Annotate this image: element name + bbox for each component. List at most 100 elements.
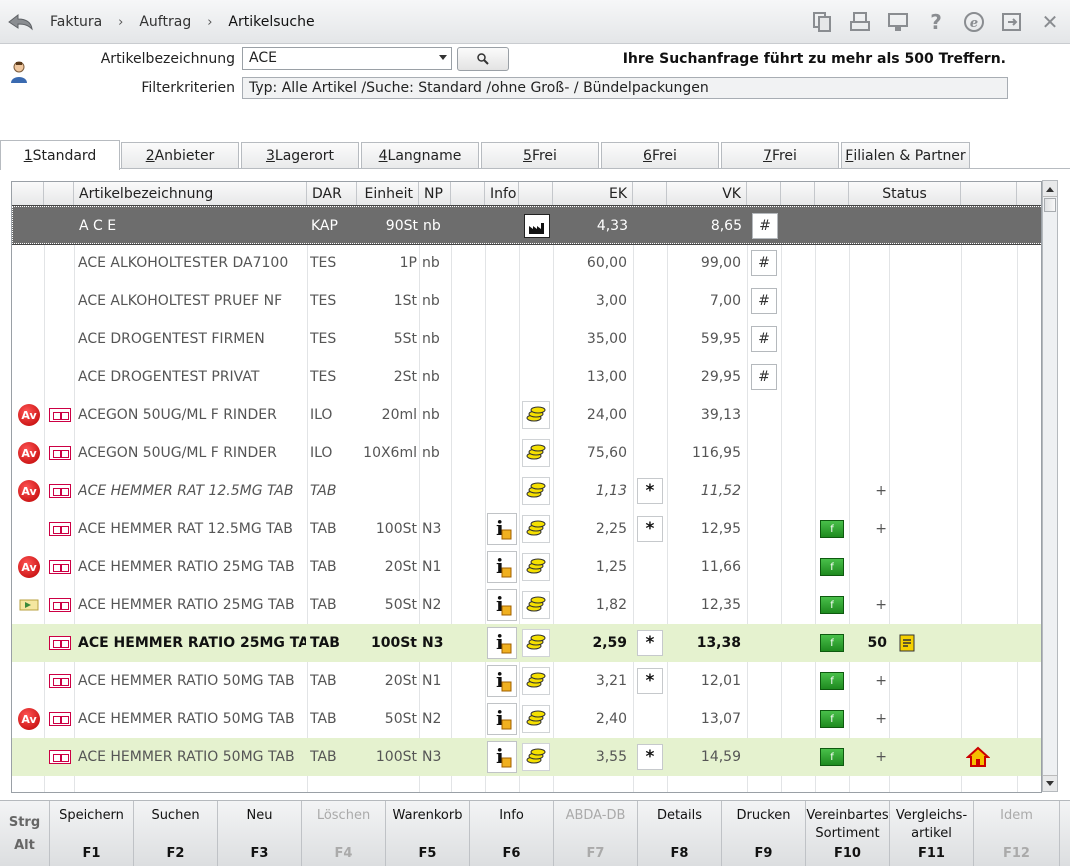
fkey-f4[interactable]: Löschen F4 bbox=[302, 801, 386, 866]
coins-icon[interactable] bbox=[522, 553, 550, 581]
house-icon[interactable] bbox=[966, 746, 990, 768]
col-einheit[interactable]: Einheit bbox=[357, 182, 419, 206]
table-row[interactable]: ACE HEMMER RATIO 25MG TAB TAB 100St N3 i 2,59… bbox=[12, 624, 1041, 662]
f-badge-icon[interactable]: f bbox=[820, 748, 844, 766]
info-icon[interactable]: i bbox=[487, 627, 517, 659]
f-badge-icon[interactable]: f bbox=[820, 558, 844, 576]
tab-lagerort[interactable]: 3 Lagerort bbox=[241, 142, 359, 168]
star-button[interactable]: * bbox=[637, 744, 663, 770]
col-ek[interactable]: EK bbox=[553, 182, 633, 206]
coins-icon[interactable] bbox=[522, 705, 550, 733]
col-np[interactable]: NP bbox=[419, 182, 451, 206]
info-icon[interactable]: i bbox=[487, 513, 517, 545]
table-row[interactable]: ACE HEMMER RATIO 50MG TAB TAB 20St N1 i 3,21 *… bbox=[12, 662, 1041, 700]
coins-icon[interactable] bbox=[522, 743, 550, 771]
star-button[interactable]: * bbox=[637, 478, 663, 504]
filter-field[interactable]: Typ: Alle Artikel /Suche: Standard /ohne… bbox=[242, 77, 1008, 99]
f-badge-icon[interactable]: f bbox=[820, 520, 844, 538]
fkey-f3[interactable]: Neu F3 bbox=[218, 801, 302, 866]
coins-icon[interactable] bbox=[522, 667, 550, 695]
scroll-down-icon[interactable] bbox=[1043, 775, 1057, 791]
table-row[interactable]: Av ACEGON 50UG/ML F RINDER ILO 20ml nb 24,00 3… bbox=[12, 396, 1041, 434]
table-row[interactable]: ACE HEMMER RAT 12.5MG TAB TAB 100St N3 i 2,25… bbox=[12, 510, 1041, 548]
fkey-f5[interactable]: Warenkorb F5 bbox=[386, 801, 470, 866]
coins-icon[interactable] bbox=[522, 591, 550, 619]
help-icon[interactable]: ? bbox=[924, 10, 948, 34]
f-badge-icon[interactable]: f bbox=[820, 634, 844, 652]
close-icon[interactable]: ✕ bbox=[1038, 10, 1062, 34]
fkey-f6[interactable]: Info F6 bbox=[470, 801, 554, 866]
row-einheit: 50St bbox=[384, 711, 417, 727]
star-button[interactable]: * bbox=[637, 630, 663, 656]
coins-icon[interactable] bbox=[522, 629, 550, 657]
fkey-f8[interactable]: Details F8 bbox=[638, 801, 722, 866]
info-icon[interactable]: i bbox=[487, 589, 517, 621]
breadcrumb-faktura[interactable]: Faktura bbox=[50, 14, 102, 30]
vertical-scrollbar[interactable] bbox=[1042, 180, 1058, 792]
star-button[interactable]: * bbox=[637, 516, 663, 542]
table-row[interactable]: Av ACE HEMMER RATIO 25MG TAB TAB 20St N1 i 1,2… bbox=[12, 548, 1041, 586]
fkey-f9[interactable]: Drucken F9 bbox=[722, 801, 806, 866]
fkey-f12[interactable]: Idem F12 bbox=[974, 801, 1060, 866]
table-row[interactable]: A C E KAP 90St nb 4,33 8,65 # bbox=[12, 205, 1041, 245]
fkey-f7[interactable]: ABDA-DB F7 bbox=[554, 801, 638, 866]
search-combobox[interactable]: ACE bbox=[242, 47, 452, 70]
back-arrow-icon[interactable] bbox=[6, 10, 34, 34]
table-row[interactable]: Av ACE HEMMER RATIO 50MG TAB TAB 50St N2 i 2,4… bbox=[12, 700, 1041, 738]
coins-icon[interactable] bbox=[522, 439, 550, 467]
fkey-code: F2 bbox=[166, 846, 185, 861]
coins-icon[interactable] bbox=[522, 401, 550, 429]
fkey-f11[interactable]: Vergleichs-artikel F11 bbox=[890, 801, 974, 866]
info-icon[interactable]: i bbox=[487, 551, 517, 583]
hash-button[interactable]: # bbox=[751, 364, 777, 390]
table-row[interactable]: Av ACEGON 50UG/ML F RINDER ILO 10X6ml nb 75,6… bbox=[12, 434, 1041, 472]
col-artikelbezeichnung[interactable]: Artikelbezeichnung bbox=[74, 182, 307, 206]
col-status[interactable]: Status bbox=[849, 182, 961, 206]
breadcrumb-auftrag[interactable]: Auftrag bbox=[139, 14, 191, 30]
fkey-f10[interactable]: Vereinbartes Sortiment F10 bbox=[806, 801, 890, 866]
f-badge-icon[interactable]: f bbox=[820, 672, 844, 690]
info-icon[interactable]: i bbox=[487, 741, 517, 773]
row-np: N1 bbox=[422, 673, 442, 689]
fkey-f2[interactable]: Suchen F2 bbox=[134, 801, 218, 866]
scroll-up-icon[interactable] bbox=[1043, 181, 1057, 197]
e-circle-icon[interactable]: e bbox=[962, 10, 986, 34]
tab-langname[interactable]: 4 Langname bbox=[361, 142, 479, 168]
hash-button[interactable]: # bbox=[751, 288, 777, 314]
export-icon[interactable] bbox=[1000, 10, 1024, 34]
tab-frei-6[interactable]: 6 Frei bbox=[601, 142, 719, 168]
scroll-thumb[interactable] bbox=[1044, 198, 1056, 212]
tab-standard[interactable]: 1 Standard bbox=[0, 140, 120, 170]
tab-filialen-partner[interactable]: Filialen & Partner bbox=[841, 142, 970, 168]
hash-button[interactable]: # bbox=[752, 213, 778, 239]
chevron-down-icon[interactable] bbox=[439, 55, 447, 60]
table-row[interactable]: ACE DROGENTEST FIRMEN TES 5St nb 35,00 59,95 # bbox=[12, 320, 1041, 358]
table-row[interactable]: ACE ALKOHOLTESTER DA7100 TES 1P nb 60,00 99,0… bbox=[12, 244, 1041, 282]
tab-frei-5[interactable]: 5 Frei bbox=[481, 142, 599, 168]
star-button[interactable]: * bbox=[637, 668, 663, 694]
f-badge-icon[interactable]: f bbox=[820, 596, 844, 614]
tab-anbieter[interactable]: 2 Anbieter bbox=[121, 142, 239, 168]
fkey-f1[interactable]: Speichern F1 bbox=[50, 801, 134, 866]
table-row[interactable]: ACE DROGENTEST PRIVAT TES 2St nb 13,00 29,95 # bbox=[12, 358, 1041, 396]
info-icon[interactable]: i bbox=[487, 665, 517, 697]
coins-icon[interactable] bbox=[522, 515, 550, 543]
coins-icon[interactable] bbox=[522, 477, 550, 505]
copy-icon[interactable] bbox=[810, 10, 834, 34]
printer-icon[interactable] bbox=[848, 10, 872, 34]
hash-button[interactable]: # bbox=[751, 250, 777, 276]
card-icon bbox=[49, 674, 71, 688]
f-badge-icon[interactable]: f bbox=[820, 710, 844, 728]
table-row[interactable]: ACE HEMMER RATIO 50MG TAB TAB 100St N3 i 3,55… bbox=[12, 738, 1041, 776]
col-dar[interactable]: DAR bbox=[307, 182, 357, 206]
table-row[interactable]: ACE ALKOHOLTEST PRUEF NF TES 1St nb 3,00 7,00… bbox=[12, 282, 1041, 320]
search-button[interactable] bbox=[457, 47, 509, 71]
table-row[interactable]: ACE HEMMER RATIO 25MG TAB TAB 50St N2 i 1,82 1… bbox=[12, 586, 1041, 624]
col-vk[interactable]: VK bbox=[667, 182, 747, 206]
table-row[interactable]: Av ACE HEMMER RAT 12.5MG TAB TAB 1,13 * 11,52… bbox=[12, 472, 1041, 510]
hash-button[interactable]: # bbox=[751, 326, 777, 352]
tab-frei-7[interactable]: 7 Frei bbox=[721, 142, 839, 168]
col-info[interactable]: Info bbox=[485, 182, 519, 206]
info-icon[interactable]: i bbox=[487, 703, 517, 735]
monitor-icon[interactable] bbox=[886, 10, 910, 34]
